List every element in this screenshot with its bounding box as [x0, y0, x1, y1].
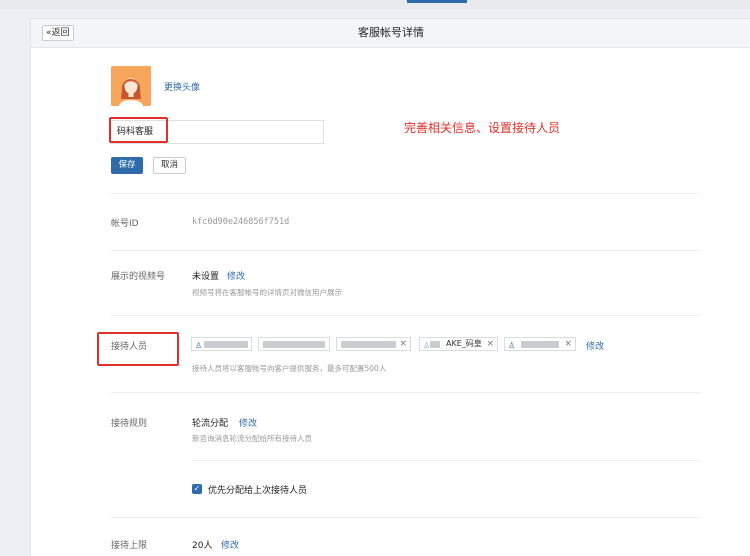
staff-tag: ♙	[191, 337, 252, 351]
divider	[111, 250, 701, 251]
remove-tag-icon[interactable]: ×	[564, 338, 572, 350]
account-id-value: kfc0d90e246856f751d	[192, 217, 290, 227]
divider	[192, 460, 701, 461]
reception-rules-hint: 新咨询消息轮流分配给所有接待人员	[192, 434, 312, 443]
divider	[111, 193, 701, 194]
staff-tag	[258, 337, 330, 351]
change-avatar-link[interactable]: 更换头像	[164, 80, 200, 93]
reception-rules-edit-link[interactable]: 修改	[239, 416, 257, 429]
user-icon: ♙	[508, 341, 516, 350]
divider	[111, 517, 701, 518]
blurred-name	[430, 341, 440, 348]
divider	[111, 392, 701, 393]
reception-staff-edit-link[interactable]: 修改	[586, 339, 604, 352]
priority-last-staff-checkbox[interactable]: ✓	[192, 484, 202, 494]
detail-panel: «返回 客服帐号详情 更换头像 码科客服 完善相关信息、设置接待人员 保存 取消…	[30, 18, 750, 556]
video-channel-hint: 视频号将在客服帐号的详情页对微信用户展示	[192, 288, 342, 297]
reception-limit-edit-link[interactable]: 修改	[221, 538, 239, 551]
reception-staff-hint: 接待人员将以客服帐号向客户提供服务，最多可配置500人	[192, 364, 387, 373]
video-channel-label: 展示的视频号	[111, 272, 166, 282]
active-tab-indicator	[407, 0, 467, 3]
staff-tag: ×	[336, 337, 411, 351]
reception-limit-value: 20人	[192, 541, 213, 551]
page-title: 客服帐号详情	[358, 26, 424, 39]
top-tab-strip	[0, 0, 750, 9]
remove-tag-icon[interactable]: ×	[399, 338, 407, 350]
staff-tag: ♙ ×	[504, 337, 576, 351]
name-highlight-box	[109, 117, 168, 143]
account-id-label: 帐号ID	[111, 219, 139, 229]
reception-rules-label: 接待规则	[111, 419, 148, 429]
remove-tag-icon[interactable]: ×	[486, 338, 494, 350]
reception-rules-value: 轮流分配	[192, 419, 229, 429]
video-channel-value: 未设置	[192, 272, 220, 282]
blurred-name	[521, 341, 559, 348]
reception-highlight-box	[97, 332, 179, 366]
user-icon: ♙	[195, 341, 203, 350]
video-channel-edit-link[interactable]: 修改	[227, 269, 245, 282]
cancel-button[interactable]: 取消	[153, 157, 186, 174]
panel-header: «返回 客服帐号详情	[31, 19, 750, 48]
save-button[interactable]: 保存	[111, 157, 143, 174]
annotation-text: 完善相关信息、设置接待人员	[404, 121, 561, 135]
blurred-name	[263, 341, 325, 348]
female-avatar-icon	[111, 66, 151, 106]
blurred-name	[204, 341, 248, 348]
priority-last-staff-label: 优先分配给上次接待人员	[208, 486, 308, 496]
reception-limit-label: 接待上限	[111, 541, 148, 551]
staff-tag-name: AKE_码皇	[446, 339, 482, 348]
staff-tag: ♙ AKE_码皇 ×	[419, 337, 498, 351]
divider	[111, 315, 701, 316]
blurred-name	[341, 341, 396, 348]
avatar	[111, 66, 151, 106]
